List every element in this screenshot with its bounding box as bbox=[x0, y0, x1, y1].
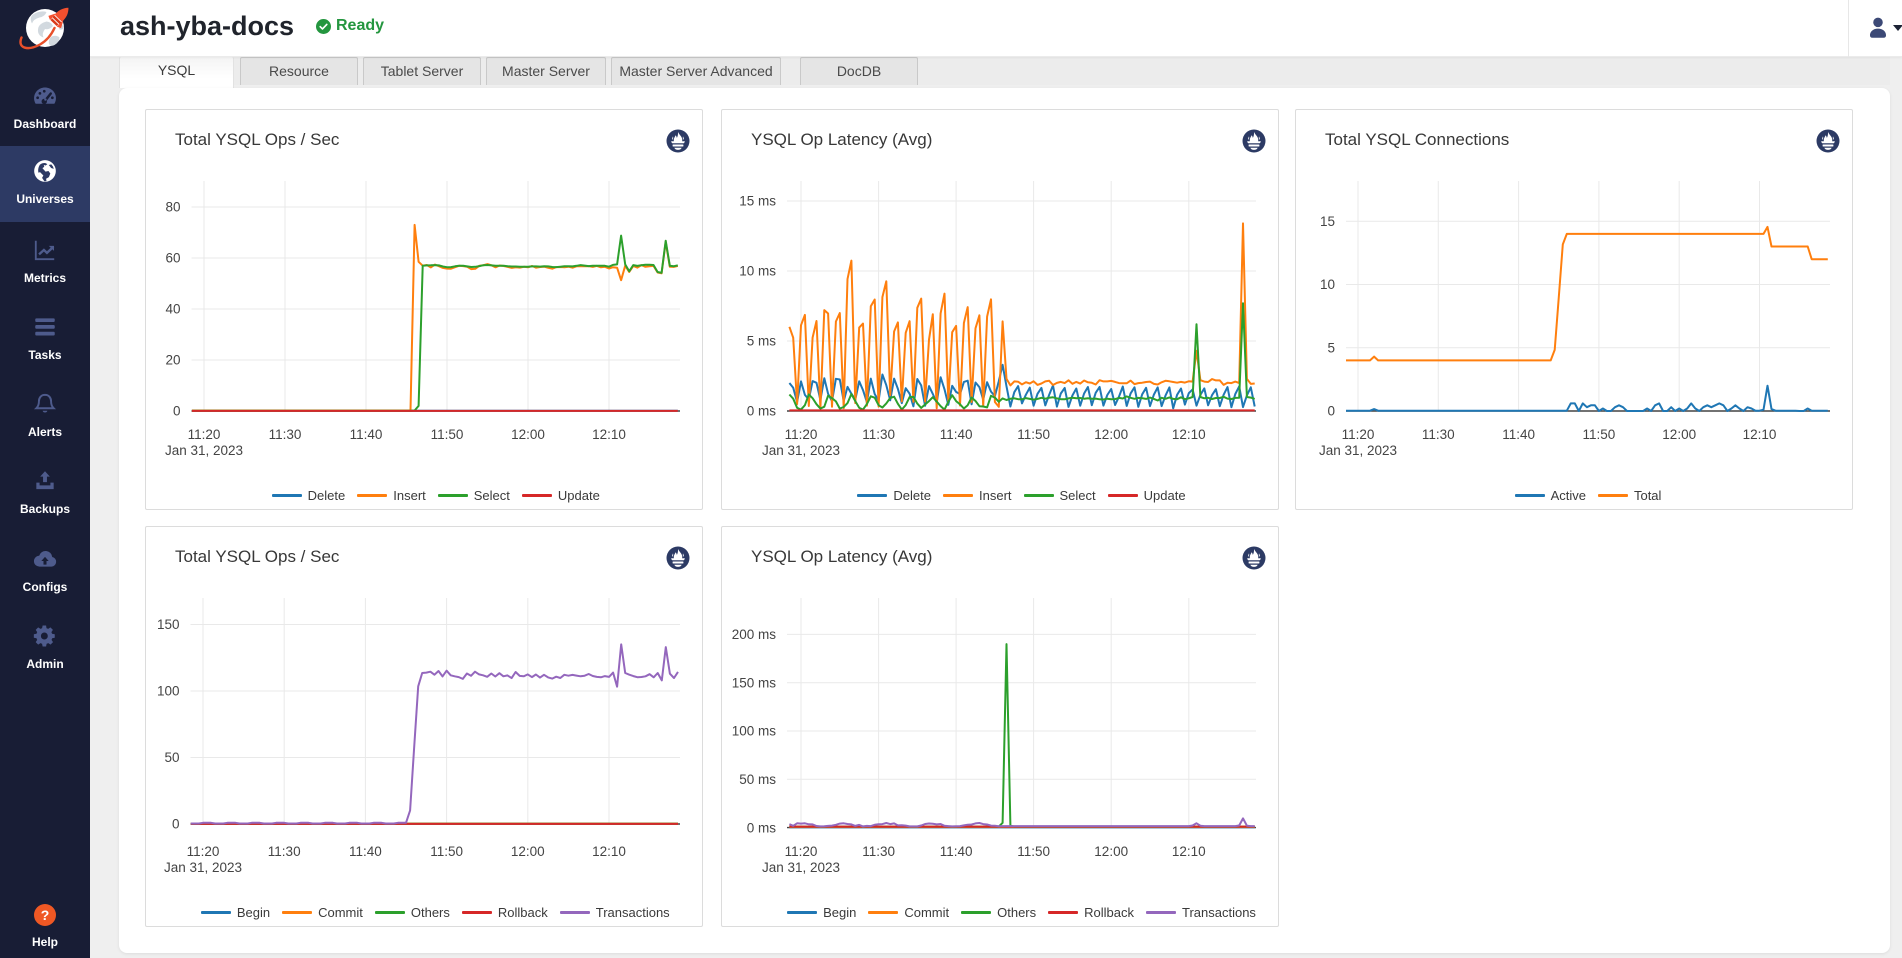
svg-text:12:00: 12:00 bbox=[1662, 427, 1696, 442]
svg-text:100 ms: 100 ms bbox=[732, 724, 777, 739]
svg-text:15 ms: 15 ms bbox=[739, 194, 776, 209]
svg-text:12:10: 12:10 bbox=[592, 427, 626, 442]
svg-text:200 ms: 200 ms bbox=[732, 627, 777, 642]
svg-text:0: 0 bbox=[173, 404, 181, 419]
svg-text:11:20: 11:20 bbox=[187, 844, 220, 859]
svg-text:11:20: 11:20 bbox=[188, 427, 221, 442]
svg-text:11:20: 11:20 bbox=[1342, 427, 1375, 442]
svg-text:100: 100 bbox=[157, 684, 180, 699]
svg-text:10 ms: 10 ms bbox=[739, 264, 776, 279]
svg-text:?: ? bbox=[41, 907, 50, 923]
svg-text:0: 0 bbox=[172, 817, 180, 832]
svg-text:11:40: 11:40 bbox=[940, 844, 973, 859]
svg-text:11:30: 11:30 bbox=[269, 427, 302, 442]
svg-text:Jan 31, 2023: Jan 31, 2023 bbox=[164, 860, 242, 875]
svg-text:150: 150 bbox=[157, 617, 180, 632]
svg-text:Jan 31, 2023: Jan 31, 2023 bbox=[1319, 443, 1397, 458]
svg-text:11:30: 11:30 bbox=[862, 844, 895, 859]
svg-text:11:50: 11:50 bbox=[1017, 844, 1050, 859]
svg-text:11:40: 11:40 bbox=[1502, 427, 1535, 442]
svg-text:5: 5 bbox=[1327, 340, 1335, 355]
svg-text:40: 40 bbox=[165, 302, 180, 317]
svg-text:11:50: 11:50 bbox=[1583, 427, 1616, 442]
svg-text:11:20: 11:20 bbox=[785, 844, 818, 859]
svg-text:0 ms: 0 ms bbox=[747, 820, 777, 835]
svg-text:80: 80 bbox=[165, 200, 180, 215]
svg-text:12:10: 12:10 bbox=[1172, 844, 1206, 859]
svg-text:20: 20 bbox=[165, 353, 180, 368]
svg-text:0 ms: 0 ms bbox=[747, 404, 777, 419]
svg-text:Jan 31, 2023: Jan 31, 2023 bbox=[165, 443, 243, 458]
svg-text:12:00: 12:00 bbox=[511, 844, 545, 859]
svg-text:12:00: 12:00 bbox=[511, 427, 545, 442]
svg-text:60: 60 bbox=[165, 251, 180, 266]
svg-text:11:20: 11:20 bbox=[785, 427, 818, 442]
svg-text:12:10: 12:10 bbox=[592, 844, 626, 859]
svg-text:150 ms: 150 ms bbox=[732, 675, 777, 690]
svg-text:11:40: 11:40 bbox=[349, 844, 382, 859]
svg-text:11:40: 11:40 bbox=[940, 427, 973, 442]
svg-text:10: 10 bbox=[1320, 277, 1335, 292]
svg-text:Jan 31, 2023: Jan 31, 2023 bbox=[762, 443, 840, 458]
svg-text:11:40: 11:40 bbox=[350, 427, 383, 442]
svg-text:0: 0 bbox=[1327, 404, 1335, 419]
svg-text:11:50: 11:50 bbox=[430, 844, 463, 859]
svg-text:12:10: 12:10 bbox=[1743, 427, 1777, 442]
svg-text:11:30: 11:30 bbox=[1422, 427, 1455, 442]
svg-text:11:50: 11:50 bbox=[1017, 427, 1050, 442]
svg-text:12:00: 12:00 bbox=[1094, 844, 1128, 859]
svg-text:12:00: 12:00 bbox=[1094, 427, 1128, 442]
svg-text:12:10: 12:10 bbox=[1172, 427, 1206, 442]
svg-text:15: 15 bbox=[1320, 214, 1335, 229]
svg-text:11:30: 11:30 bbox=[862, 427, 895, 442]
svg-text:5 ms: 5 ms bbox=[747, 334, 777, 349]
svg-text:11:30: 11:30 bbox=[268, 844, 301, 859]
svg-text:11:50: 11:50 bbox=[431, 427, 464, 442]
svg-text:50 ms: 50 ms bbox=[739, 772, 776, 787]
svg-text:Jan 31, 2023: Jan 31, 2023 bbox=[762, 860, 840, 875]
svg-text:50: 50 bbox=[164, 750, 179, 765]
